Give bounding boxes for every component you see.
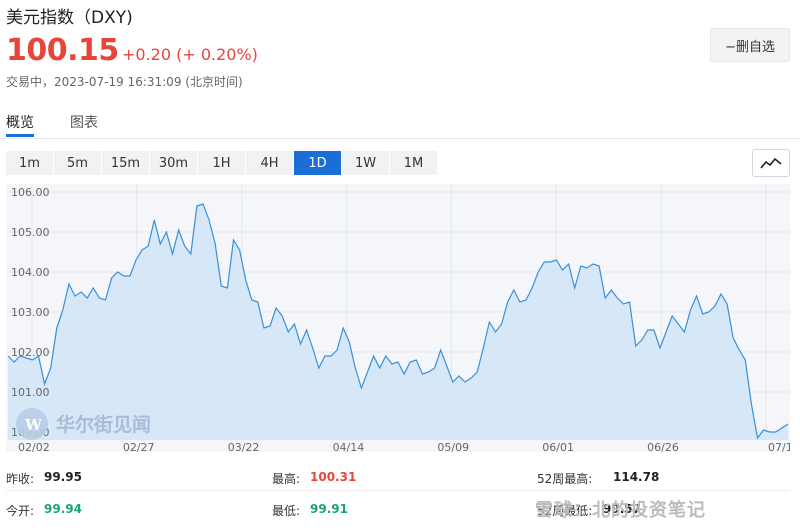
stats-divider — [6, 490, 790, 491]
y-tick-label: 102.00 — [11, 346, 50, 359]
trading-status: 交易中，2023-07-19 16:31:09 (北京时间) — [6, 75, 243, 89]
x-tick-label: 02/27 — [123, 441, 155, 452]
stat-open-label: 今开: — [6, 504, 35, 518]
stat-low-value: 99.91 — [310, 502, 348, 516]
price-change: +0.20 (+ 0.20%) — [122, 45, 258, 64]
x-tick-label: 04/14 — [333, 441, 365, 452]
x-tick-label: 05/09 — [437, 441, 469, 452]
x-tick-label: 07/1 — [768, 441, 790, 452]
stat-low-label: 最低: — [272, 504, 301, 518]
y-tick-label: 103.00 — [11, 306, 50, 319]
x-tick-label: 03/22 — [228, 441, 260, 452]
period-1m[interactable]: 1m — [6, 151, 54, 175]
period-selector: 1m 5m 15m 30m 1H 4H 1D 1W 1M — [6, 151, 438, 175]
tab-active-indicator — [6, 134, 34, 137]
stat-52w-high-label: 52周最高: — [537, 472, 593, 486]
chart-area-fill — [8, 204, 788, 440]
source-watermark: 雪球：北的投资笔记 — [535, 500, 706, 521]
tab-overview[interactable]: 概览 — [6, 112, 34, 132]
x-tick-label: 06/01 — [542, 441, 574, 452]
period-1d[interactable]: 1D — [294, 151, 342, 175]
stat-open-value: 99.94 — [44, 502, 82, 516]
y-tick-label: 106.00 — [11, 186, 50, 199]
instrument-title: 美元指数（DXY) — [6, 8, 133, 28]
period-4h[interactable]: 4H — [246, 151, 294, 175]
y-tick-label: 105.00 — [11, 226, 50, 239]
x-tick-label: 02/02 — [18, 441, 50, 452]
period-30m[interactable]: 30m — [150, 151, 198, 175]
tab-divider — [0, 138, 800, 139]
price-chart[interactable]: 106.00105.00104.00103.00102.00101.00100.… — [6, 184, 793, 454]
stat-52w-high-value: 114.78 — [613, 470, 660, 484]
price-chart-svg: 106.00105.00104.00103.00102.00101.00100.… — [6, 184, 793, 454]
stat-prev-close-label: 昨收: — [6, 472, 35, 486]
period-1w[interactable]: 1W — [342, 151, 390, 175]
watermark-text: 华尔街见闻 — [56, 413, 151, 436]
y-tick-label: 101.00 — [11, 386, 50, 399]
period-1mo[interactable]: 1M — [390, 151, 438, 175]
line-chart-icon — [760, 157, 782, 169]
svg-text:W: W — [24, 416, 43, 434]
y-tick-label: 104.00 — [11, 266, 50, 279]
stat-prev-close-value: 99.95 — [44, 470, 82, 484]
stat-high-value: 100.31 — [310, 470, 357, 484]
remove-watchlist-button[interactable]: −删自选 — [710, 28, 790, 62]
tab-chart[interactable]: 图表 — [70, 112, 98, 132]
period-1h[interactable]: 1H — [198, 151, 246, 175]
period-5m[interactable]: 5m — [54, 151, 102, 175]
period-15m[interactable]: 15m — [102, 151, 150, 175]
stat-high-label: 最高: — [272, 472, 301, 486]
x-tick-label: 06/26 — [647, 441, 679, 452]
last-price: 100.15 — [6, 33, 119, 68]
chart-type-toggle[interactable] — [752, 149, 790, 177]
